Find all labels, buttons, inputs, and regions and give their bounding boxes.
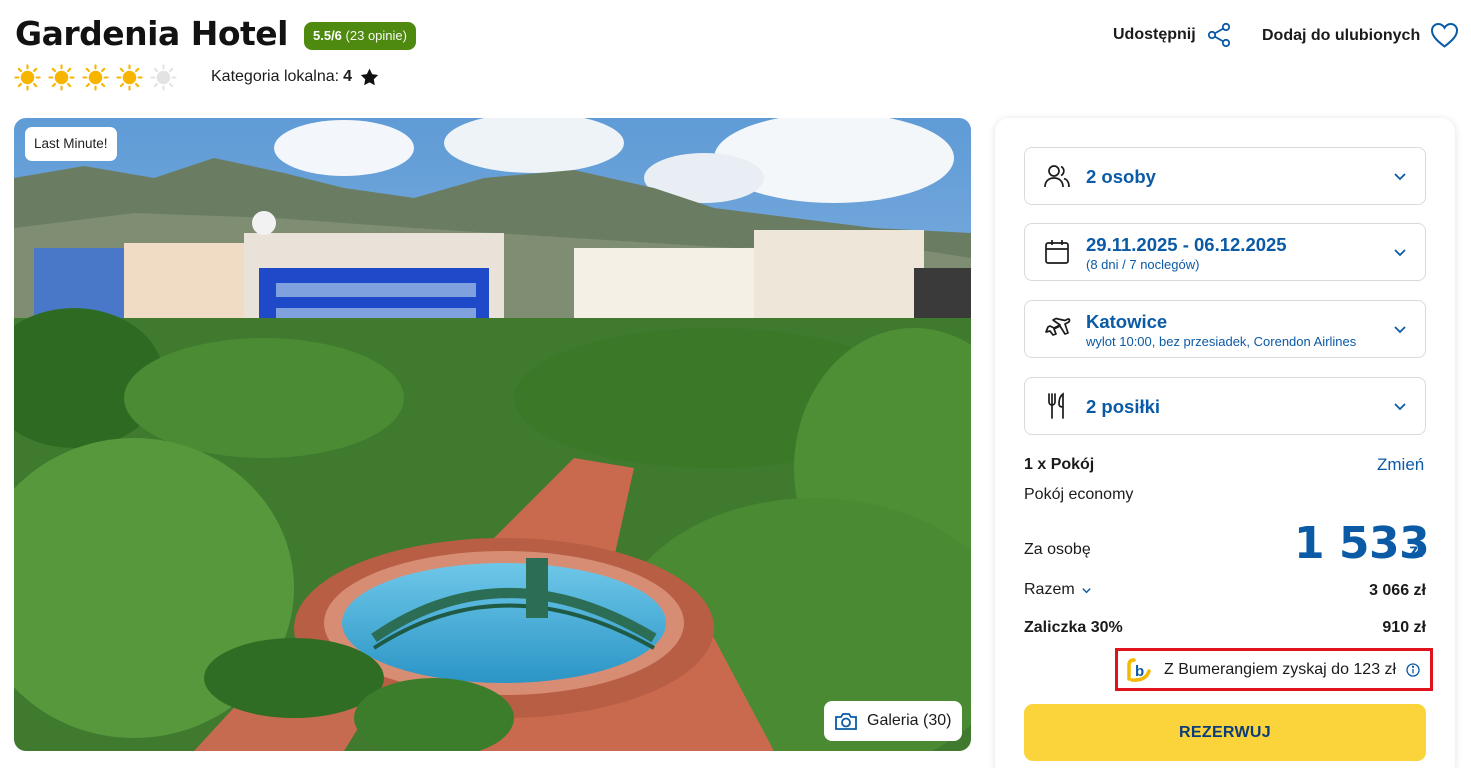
people-icon <box>1044 165 1070 188</box>
share-icon <box>1207 22 1230 48</box>
bumerang-info[interactable]: b Z Bumerangiem zyskaj do 123 zł <box>1115 648 1433 691</box>
chevron-down-icon <box>1394 249 1406 257</box>
chevron-down-icon <box>1394 173 1406 181</box>
flight-select[interactable]: Katowice wylot 10:00, bez przesiadek, Co… <box>1024 300 1426 358</box>
chevron-down-icon <box>1394 403 1406 411</box>
plane-icon <box>1045 317 1071 336</box>
total-label: Razem <box>1024 581 1075 598</box>
bumerang-text: Z Bumerangiem zyskaj do 123 zł <box>1164 660 1397 678</box>
meals-select[interactable]: 2 posiłki <box>1024 377 1426 435</box>
per-person-label: Za osobę <box>1024 541 1091 558</box>
share-label: Udostępnij <box>1113 26 1196 43</box>
hotel-photo-image <box>14 118 971 751</box>
change-room-link[interactable]: Zmień <box>1377 455 1424 475</box>
last-minute-badge: Last Minute! <box>25 127 117 161</box>
deposit-value: 910 zł <box>1382 619 1426 636</box>
dates-label: 29.11.2025 - 06.12.2025 <box>1086 234 1287 255</box>
local-category: Kategoria lokalna: 4 <box>211 68 379 86</box>
gallery-button[interactable]: Galeria (30) <box>824 701 963 741</box>
total-toggle[interactable]: Razem <box>1024 581 1092 599</box>
currency: zł <box>1409 541 1424 562</box>
reserve-button[interactable]: REZERWUJ <box>1024 704 1426 761</box>
heart-icon <box>1431 22 1459 48</box>
deposit-label: Zaliczka 30% <box>1024 619 1123 636</box>
calendar-icon <box>1045 240 1069 264</box>
sun-icon <box>82 64 109 91</box>
room-count: 1 x Pokój <box>1024 456 1095 473</box>
hotel-title: Gardenia Hotel <box>15 14 288 53</box>
hotel-photo[interactable]: Last Minute! Galeria (30) <box>14 118 971 751</box>
dates-select[interactable]: 29.11.2025 - 06.12.2025 (8 dni / 7 nocle… <box>1024 223 1426 281</box>
gallery-label: Galeria (30) <box>867 712 952 729</box>
dates-sub: (8 dni / 7 noclegów) <box>1086 257 1200 272</box>
rating-badge[interactable]: 5.5/6 (23 opinie) <box>304 22 416 50</box>
local-category-label: Kategoria lokalna: <box>211 68 340 85</box>
guests-label: 2 osoby <box>1086 166 1156 187</box>
sun-icon <box>116 64 143 91</box>
guests-select[interactable]: 2 osoby <box>1024 147 1426 205</box>
favorite-button[interactable]: Dodaj do ulubionych <box>1262 22 1459 49</box>
chevron-down-icon <box>1394 326 1406 334</box>
sun-icon <box>14 64 41 91</box>
svg-text:b: b <box>1135 663 1144 680</box>
bumerang-logo-icon: b <box>1127 657 1151 682</box>
chevron-down-icon <box>1082 587 1091 593</box>
share-button[interactable]: Udostępnij <box>1113 22 1232 48</box>
room-type: Pokój economy <box>1024 486 1134 503</box>
star-icon <box>360 68 379 86</box>
rating-score: 5.5/6 <box>313 28 342 43</box>
camera-icon <box>835 713 857 730</box>
info-icon[interactable] <box>1406 662 1420 677</box>
sun-empty-icon <box>150 64 177 91</box>
local-category-value: 4 <box>343 68 352 85</box>
sun-rating <box>14 64 177 91</box>
flight-label: Katowice <box>1086 311 1168 332</box>
flight-sub: wylot 10:00, bez przesiadek, Corendon Ai… <box>1086 334 1357 349</box>
meals-label: 2 posiłki <box>1086 396 1161 417</box>
sun-icon <box>48 64 75 91</box>
rating-count: (23 opinie) <box>345 28 407 43</box>
total-value: 3 066 zł <box>1369 582 1426 599</box>
favorite-label: Dodaj do ulubionych <box>1262 26 1421 44</box>
fork-knife-icon <box>1048 392 1064 419</box>
